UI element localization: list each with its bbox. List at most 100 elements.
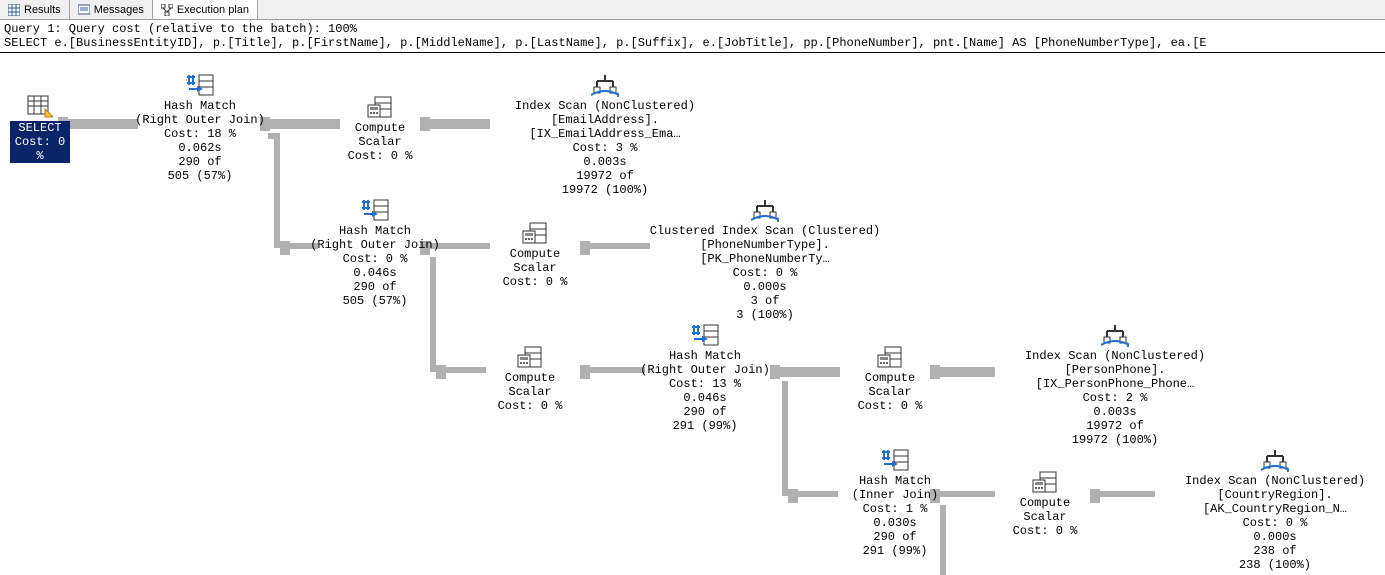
node-cost: Cost: 0 % [310,252,440,266]
tab-execution-plan[interactable]: Execution plan [153,0,258,19]
tab-results-label: Results [24,4,61,16]
plan-node-select[interactable]: SELECT Cost: 0 % [10,95,70,163]
node-subtitle: (Right Outer Join) [135,113,265,127]
plan-node-index-scan-countryregion[interactable]: Index Scan (NonClustered) [CountryRegion… [1150,448,1385,572]
node-rows2: 19972 (100%) [990,433,1240,447]
node-time: 0.046s [640,391,770,405]
hash-match-icon [640,323,770,347]
tab-messages[interactable]: Messages [70,0,153,19]
node-cost: Cost: 0 % [1150,516,1385,530]
plan-node-compute-scalar-5[interactable]: Compute Scalar Cost: 0 % [995,470,1095,538]
index-scan-icon [1150,448,1385,472]
index-scan-icon [480,73,730,97]
index-scan-icon [990,323,1240,347]
plan-node-hash-match-4[interactable]: Hash Match (Inner Join) Cost: 1 % 0.030s… [835,448,955,558]
node-rows: 3 of [640,294,890,308]
plan-node-index-scan-personphone[interactable]: Index Scan (NonClustered) [PersonPhone].… [990,323,1240,447]
node-rows2: 505 (57%) [310,294,440,308]
node-title: Compute Scalar [485,247,585,275]
node-title: Index Scan (NonClustered) [480,99,730,113]
plan-node-clustered-index-scan-phonetype[interactable]: Clustered Index Scan (Clustered) [PhoneN… [640,198,890,322]
node-cost: Cost: 0 % [640,266,890,280]
plan-node-index-scan-email[interactable]: Index Scan (NonClustered) [EmailAddress]… [480,73,730,197]
node-rows: 290 of [310,280,440,294]
node-object: [EmailAddress].[IX_EmailAddress_Ema… [480,113,730,141]
clustered-index-scan-icon [640,198,890,222]
node-subtitle: (Right Outer Join) [640,363,770,377]
node-cost: Cost: 0 % [480,399,580,413]
compute-scalar-icon [840,345,940,369]
tab-messages-label: Messages [94,4,144,16]
hash-match-icon [135,73,265,97]
node-rows2: 238 (100%) [1150,558,1385,572]
node-title: Compute Scalar [840,371,940,399]
node-time: 0.030s [835,516,955,530]
messages-icon [78,4,90,16]
node-cost: Cost: 13 % [640,377,770,391]
compute-scalar-icon [485,221,585,245]
node-time: 0.003s [990,405,1240,419]
node-title: Hash Match [135,99,265,113]
node-rows: 19972 of [990,419,1240,433]
node-rows2: 291 (99%) [640,419,770,433]
node-time: 0.003s [480,155,730,169]
execution-plan-canvas[interactable]: SELECT Cost: 0 % Hash Match (Right Outer… [0,53,1385,573]
node-cost: Cost: 2 % [990,391,1240,405]
tab-results[interactable]: Results [0,0,70,19]
node-rows: 290 of [835,530,955,544]
node-subtitle: (Inner Join) [835,488,955,502]
query-sql-text: SELECT e.[BusinessEntityID], p.[Title], … [0,36,1385,53]
compute-scalar-icon [480,345,580,369]
node-cost: Cost: 0 % [995,524,1095,538]
node-cost: Cost: 18 % [135,127,265,141]
query-cost-header: Query 1: Query cost (relative to the bat… [0,20,1385,36]
select-icon [10,95,70,119]
node-time: 0.046s [310,266,440,280]
hash-match-icon [310,198,440,222]
plan-node-compute-scalar-2[interactable]: Compute Scalar Cost: 0 % [485,221,585,289]
node-object: [PersonPhone].[IX_PersonPhone_Phone… [990,363,1240,391]
compute-scalar-icon [995,470,1095,494]
node-cost: Cost: 0 % [485,275,585,289]
node-title: Compute Scalar [995,496,1095,524]
grid-icon [8,4,20,16]
node-title: Hash Match [835,474,955,488]
select-label: SELECT [10,121,70,135]
tab-plan-label: Execution plan [177,4,249,16]
node-time: 0.000s [1150,530,1385,544]
node-title: Index Scan (NonClustered) [1150,474,1385,488]
node-rows: 290 of [640,405,770,419]
plan-icon [161,4,173,16]
plan-node-compute-scalar-1[interactable]: Compute Scalar Cost: 0 % [330,95,430,163]
plan-node-compute-scalar-4[interactable]: Compute Scalar Cost: 0 % [840,345,940,413]
node-object: [PhoneNumberType].[PK_PhoneNumberTy… [640,238,890,266]
hash-match-icon [835,448,955,472]
plan-node-hash-match-2[interactable]: Hash Match (Right Outer Join) Cost: 0 % … [310,198,440,308]
node-cost: Cost: 1 % [835,502,955,516]
node-title: Clustered Index Scan (Clustered) [640,224,890,238]
node-title: Hash Match [310,224,440,238]
plan-node-hash-match-3[interactable]: Hash Match (Right Outer Join) Cost: 13 %… [640,323,770,433]
node-time: 0.000s [640,280,890,294]
plan-node-compute-scalar-3[interactable]: Compute Scalar Cost: 0 % [480,345,580,413]
node-object: [CountryRegion].[AK_CountryRegion_N… [1150,488,1385,516]
node-rows: 19972 of [480,169,730,183]
node-subtitle: (Right Outer Join) [310,238,440,252]
node-title: Compute Scalar [480,371,580,399]
plan-node-hash-match-1[interactable]: Hash Match (Right Outer Join) Cost: 18 %… [135,73,265,183]
node-rows2: 19972 (100%) [480,183,730,197]
tab-strip: Results Messages Execution plan [0,0,1385,20]
node-rows2: 291 (99%) [835,544,955,558]
compute-scalar-icon [330,95,430,119]
node-rows: 238 of [1150,544,1385,558]
node-time: 0.062s [135,141,265,155]
node-rows2: 3 (100%) [640,308,890,322]
node-title: Index Scan (NonClustered) [990,349,1240,363]
node-cost: Cost: 0 % [330,149,430,163]
node-rows: 290 of [135,155,265,169]
node-title: Hash Match [640,349,770,363]
node-title: Compute Scalar [330,121,430,149]
node-cost: Cost: 3 % [480,141,730,155]
node-rows2: 505 (57%) [135,169,265,183]
select-cost: Cost: 0 % [10,135,70,163]
